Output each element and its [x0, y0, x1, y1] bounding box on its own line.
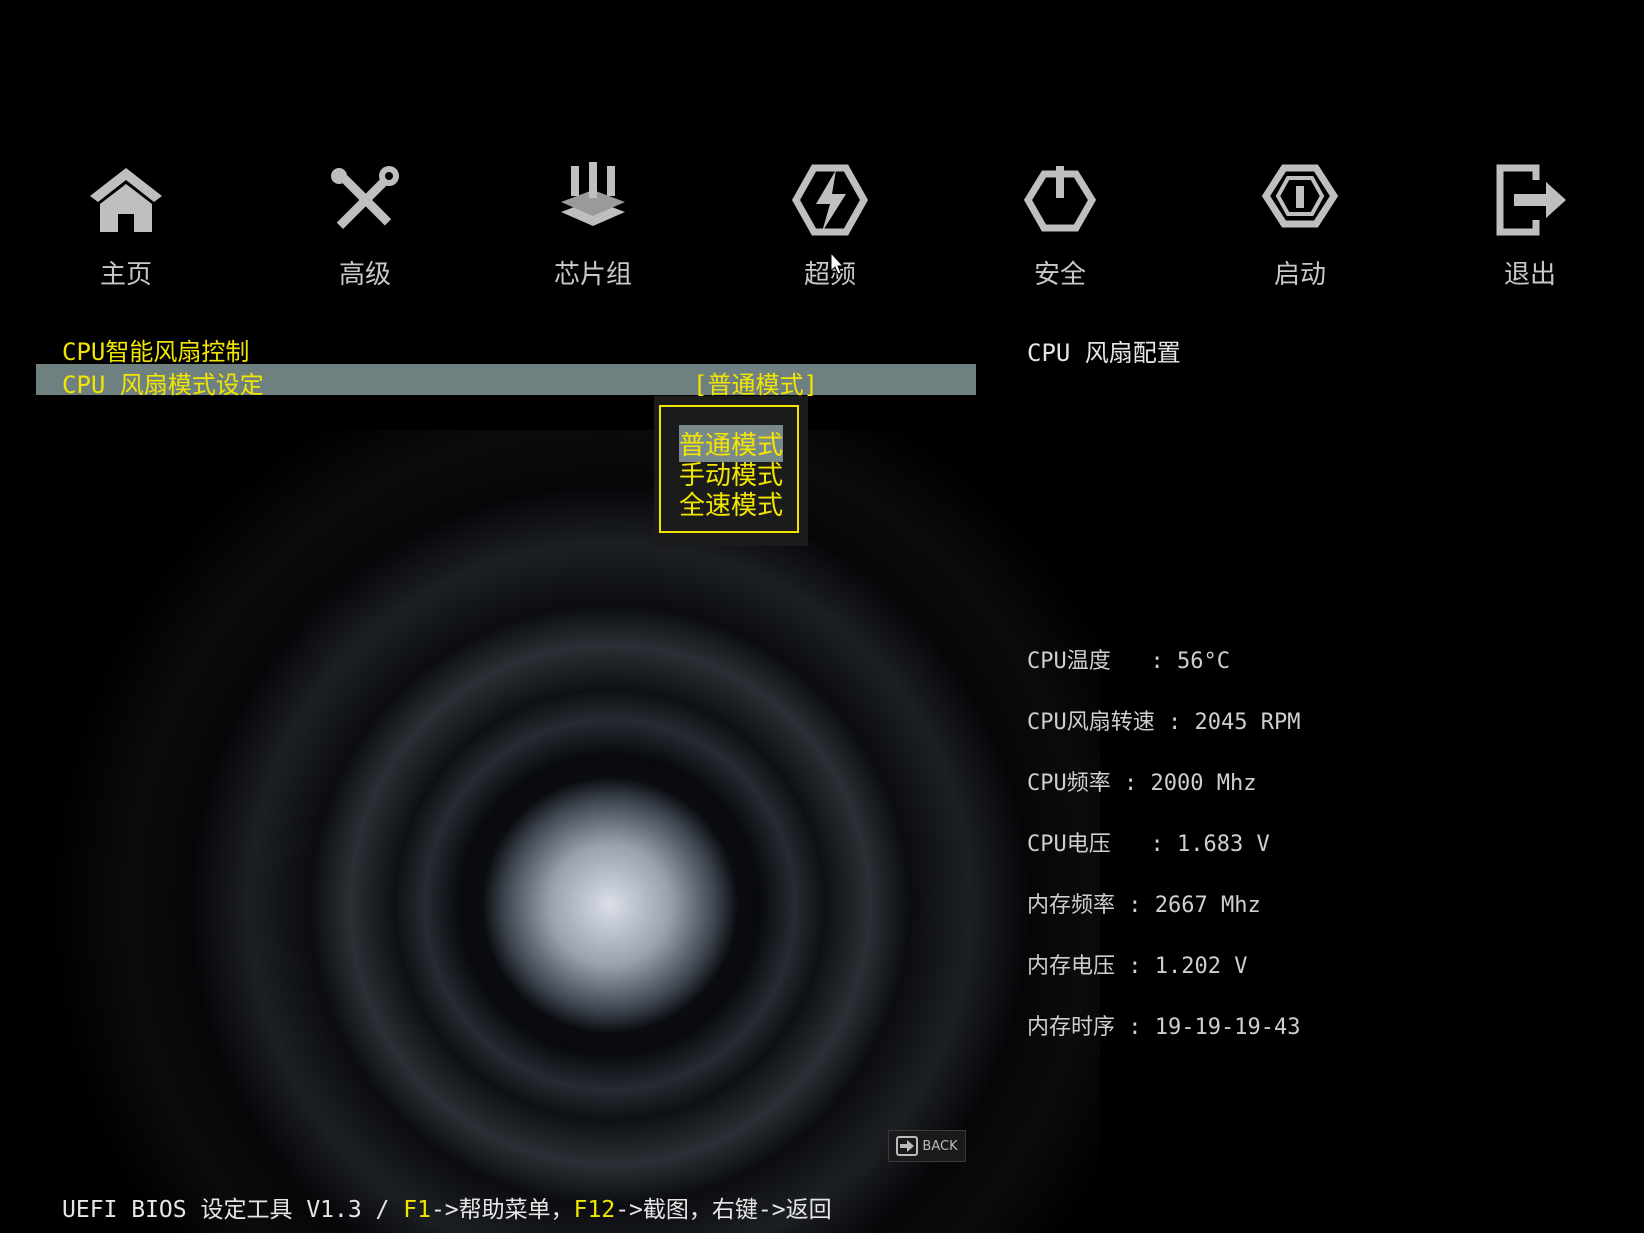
- nav-label-boot: 启动: [1273, 260, 1326, 290]
- nav-label-overclock: 超频: [803, 260, 856, 290]
- info-label: CPU频率: [1027, 771, 1111, 796]
- overclock-icon: [791, 164, 869, 236]
- nav-item-chipset[interactable]: 芯片组: [513, 160, 673, 291]
- info-cpu-voltage: CPU电压 : 1.683 V: [1027, 832, 1270, 857]
- footer-key-f12: F12: [573, 1197, 616, 1223]
- info-mem-freq: 内存频率 : 2667 Mhz: [1027, 893, 1261, 918]
- footer-key-f1: F1: [403, 1197, 431, 1223]
- info-value: 1.683 V: [1176, 832, 1270, 857]
- help-title: CPU 风扇配置: [1027, 339, 1181, 367]
- nav-label-security: 安全: [1033, 260, 1086, 290]
- info-mem-timing: 内存时序 : 19-19-19-43: [1027, 1015, 1301, 1040]
- nav-item-boot[interactable]: 启动: [1220, 160, 1380, 291]
- nav-label-main: 主页: [99, 260, 152, 290]
- section-title-cpu-fan-control: CPU智能风扇控制: [62, 338, 250, 366]
- menu-item-label: CPU 风扇模式设定: [62, 371, 264, 399]
- info-label: CPU风扇转速: [1027, 710, 1155, 735]
- nav-item-overclock[interactable]: 超频: [750, 160, 910, 291]
- menu-item-cpu-fan-mode[interactable]: CPU 风扇模式设定 [普通模式]: [36, 364, 976, 399]
- top-navigation: 主页 高级 芯片组 超频 安全 启动 退出: [0, 160, 1644, 290]
- nav-label-exit: 退出: [1503, 260, 1556, 290]
- info-value: 19-19-19-43: [1154, 1015, 1301, 1040]
- background-artwork: [0, 430, 1100, 1233]
- nav-label-advanced: 高级: [338, 260, 391, 290]
- info-cpu-freq: CPU频率 : 2000 Mhz: [1027, 771, 1257, 796]
- footer-prefix: UEFI BIOS 设定工具 V1.3 /: [62, 1197, 404, 1223]
- nav-label-chipset: 芯片组: [553, 260, 632, 290]
- fan-mode-dropdown: 普通模式 手动模式 全速模式: [654, 396, 808, 546]
- nav-item-exit[interactable]: 退出: [1450, 160, 1610, 291]
- info-value: 2000 Mhz: [1150, 771, 1257, 796]
- info-label: 内存时序: [1027, 1015, 1116, 1040]
- nav-item-main[interactable]: 主页: [46, 160, 206, 291]
- info-cpu-fan-speed: CPU风扇转速 : 2045 RPM: [1027, 710, 1301, 735]
- info-label: 内存频率: [1027, 893, 1116, 918]
- info-value: 2045 RPM: [1194, 710, 1301, 735]
- nav-item-advanced[interactable]: 高级: [285, 160, 445, 291]
- info-value: 2667 Mhz: [1154, 893, 1261, 918]
- info-cpu-temp: CPU温度 : 56°C: [1027, 649, 1230, 674]
- chipset-icon: [561, 162, 625, 226]
- info-value: 56°C: [1176, 649, 1230, 674]
- back-label: BACK: [922, 1138, 958, 1154]
- dropdown-option-fullspeed[interactable]: 全速模式: [679, 485, 783, 522]
- menu-item-value[interactable]: [普通模式]: [693, 365, 818, 400]
- nav-item-security[interactable]: 安全: [980, 160, 1140, 291]
- power-icon: [1023, 166, 1097, 232]
- dropdown-frame: 普通模式 手动模式 全速模式: [659, 405, 799, 533]
- tools-icon: [331, 166, 399, 229]
- info-mem-voltage: 内存电压 : 1.202 V: [1027, 954, 1248, 979]
- back-arrow-icon: [896, 1136, 919, 1156]
- mouse-pointer-icon: [831, 253, 845, 275]
- info-value: 1.202 V: [1154, 954, 1248, 979]
- info-label: 内存电压: [1027, 954, 1116, 979]
- back-button[interactable]: BACK: [888, 1130, 966, 1162]
- footer-text-help: ->帮助菜单，: [430, 1197, 574, 1223]
- footer-help-bar: UEFI BIOS 设定工具 V1.3 / F1->帮助菜单，F12->截图，右…: [62, 1190, 832, 1224]
- exit-icon: [1496, 164, 1566, 236]
- home-icon: [90, 168, 162, 232]
- boot-icon: [1261, 164, 1339, 228]
- footer-text-screenshot: ->截图，右键->返回: [615, 1197, 832, 1223]
- info-label: CPU电压: [1027, 832, 1138, 857]
- info-label: CPU温度: [1027, 649, 1138, 674]
